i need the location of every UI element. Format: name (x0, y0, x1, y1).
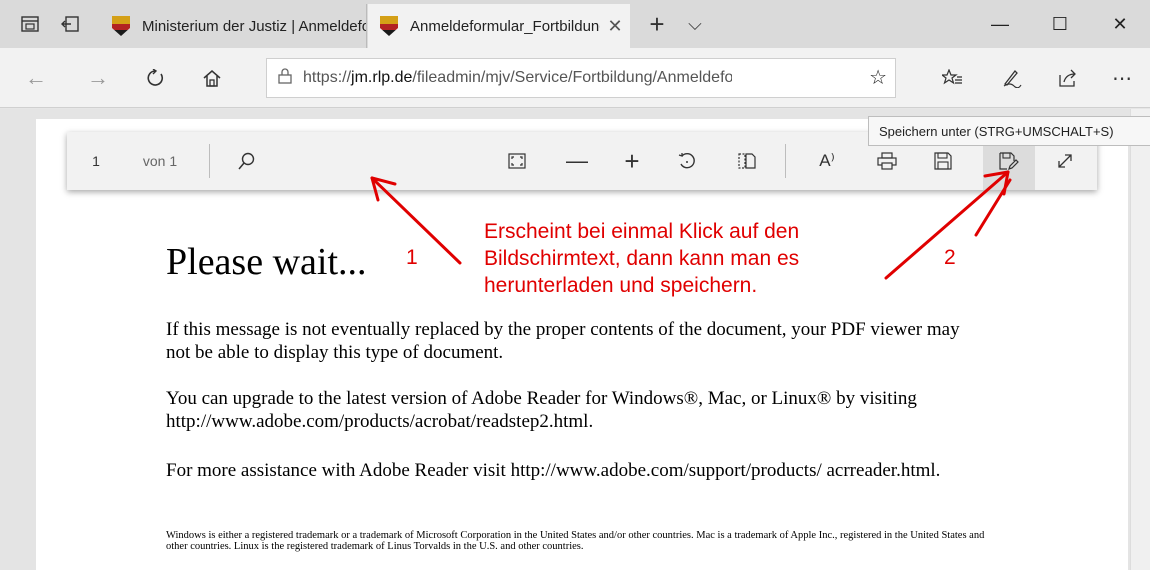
browser-window: Ministerium der Justiz | Anmeldeformular… (0, 0, 1150, 570)
arrow-2b (974, 178, 1012, 237)
annotation-label-2: 2 (944, 246, 956, 269)
annotation-line-3: herunterladen und speichern. (484, 274, 758, 297)
annotation-line-1: Erscheint bei einmal Klick auf den (484, 220, 800, 243)
annotation-label-1: 1 (406, 246, 418, 269)
annotation-line-2: Bildschirmtext, dann kann man es (484, 247, 800, 270)
